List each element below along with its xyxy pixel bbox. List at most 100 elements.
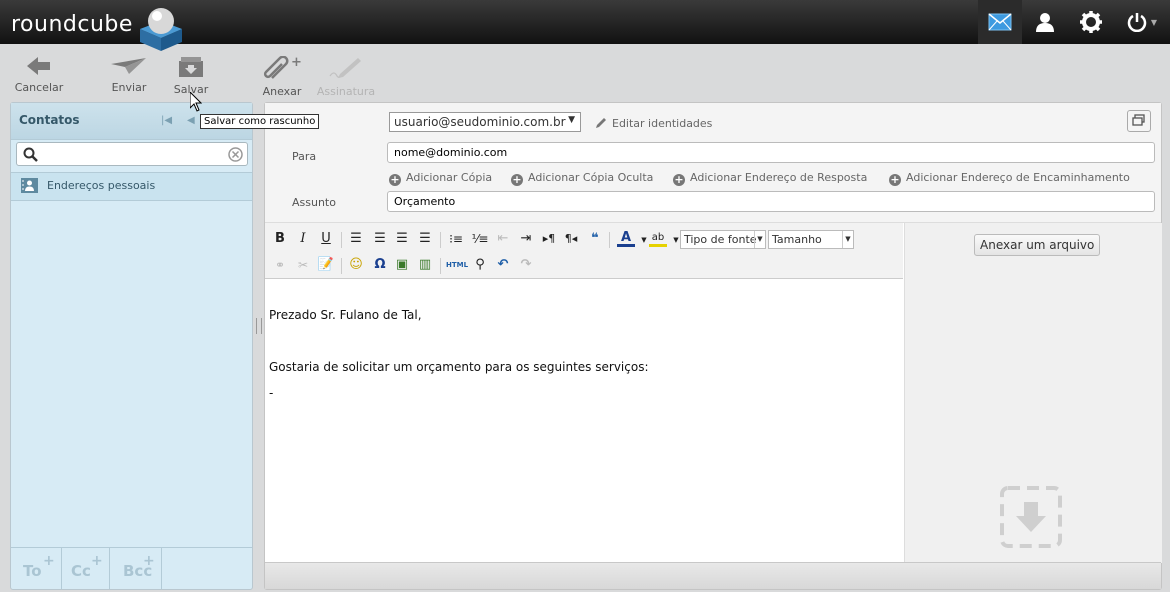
indent-icon[interactable]: ⇥ [517, 230, 535, 248]
save-drawer-icon [179, 57, 203, 77]
blockquote-icon[interactable]: ❝ [586, 230, 604, 248]
subject-field[interactable] [387, 191, 1155, 212]
pen-signature-icon [329, 58, 361, 78]
chevron-down-icon: ▼ [568, 115, 575, 125]
body-line: Prezado Sr. Fulano de Tal, [269, 308, 422, 322]
image-icon[interactable]: ▣ [393, 256, 411, 274]
special-char-icon[interactable]: Ω [371, 256, 389, 274]
chevron-down-icon: ▼ [754, 231, 765, 248]
gear-icon [1080, 11, 1102, 33]
bullet-list-icon[interactable]: ⁝≡ [447, 230, 465, 248]
link-icon[interactable]: ⚭ [271, 256, 289, 274]
mail-nav[interactable] [978, 0, 1022, 44]
power-icon [1127, 13, 1147, 32]
chevron-down-icon: ▼ [842, 231, 853, 248]
html-source-button[interactable]: HTML [445, 256, 469, 274]
outdent-icon[interactable]: ⇤ [494, 230, 512, 248]
to-input[interactable] [392, 145, 1136, 160]
add-cc-button[interactable]: Cc + [59, 548, 110, 589]
add-bcc-button[interactable]: Bcc + [111, 548, 162, 589]
ltr-icon[interactable]: ▸¶ [540, 230, 558, 248]
top-bar: roundcube ▼ [0, 0, 1170, 51]
attach-button[interactable]: + Anexar [260, 55, 304, 98]
subject-input[interactable] [392, 194, 1136, 209]
save-tooltip: Salvar como rascunho [200, 114, 320, 129]
arrow-left-icon [27, 57, 50, 75]
from-select[interactable]: usuario@seudominio.com.br ▼ [389, 112, 581, 132]
list-item-personal-addresses[interactable]: Endereços pessoais [11, 172, 252, 201]
list-item-label: Endereços pessoais [47, 179, 156, 192]
add-bcc-link[interactable]: + Adicionar Cópia Oculta [511, 171, 653, 186]
background-color-icon[interactable]: ab [649, 229, 667, 247]
text-color-icon[interactable]: A [617, 229, 635, 247]
italic-button[interactable]: I [294, 230, 312, 248]
cancel-button[interactable]: Cancelar [14, 56, 64, 94]
bold-button[interactable]: B [271, 230, 289, 248]
contacts-nav[interactable] [1022, 0, 1068, 44]
logout-nav[interactable]: ▼ [1114, 0, 1170, 44]
font-size-select[interactable]: Tamanho ▼ [768, 230, 854, 249]
align-center-icon[interactable]: ☰ [371, 230, 389, 248]
contacts-icon [1036, 13, 1054, 32]
find-replace-icon[interactable]: ⚲ [471, 256, 489, 274]
window-restore-icon [1132, 114, 1145, 126]
rtl-icon[interactable]: ¶◂ [562, 230, 580, 248]
contacts-footer: To + Cc + Bcc + [11, 547, 252, 589]
chevron-down-icon: ▼ [1150, 17, 1158, 27]
plus-circle-icon: + [389, 173, 401, 186]
add-to-button[interactable]: To + [11, 548, 62, 589]
spellcheck-icon[interactable]: 📝 [317, 256, 335, 274]
prev-page-icon[interactable]: ◀ [187, 115, 195, 126]
numbered-list-icon[interactable]: ⅟≡ [471, 230, 489, 248]
contacts-search-input[interactable] [43, 147, 227, 163]
signature-button[interactable]: Assinatura [316, 56, 376, 98]
message-body-editor[interactable]: Prezado Sr. Fulano de Tal, Gostaria de s… [265, 279, 903, 563]
paperclip-icon: + [263, 55, 302, 79]
align-justify-icon[interactable]: ☰ [416, 230, 434, 248]
undo-icon[interactable]: ↶ [494, 256, 512, 274]
plus-icon: + [43, 553, 55, 569]
save-button[interactable]: Salvar [172, 56, 210, 96]
emoticon-icon[interactable]: ☺ [347, 256, 365, 274]
compose-headers: usuario@seudominio.com.br ▼ Editar ident… [265, 103, 1161, 223]
pencil-icon [596, 118, 606, 128]
panel-splitter-handle[interactable] [256, 318, 262, 334]
drop-zone-download-icon[interactable] [1000, 486, 1062, 548]
to-label: Para [292, 150, 317, 163]
svg-text:+: + [291, 56, 302, 70]
font-family-select[interactable]: Tipo de fonte ▼ [680, 230, 766, 249]
add-reply-to-link[interactable]: + Adicionar Endereço de Resposta [673, 171, 867, 186]
add-followup-to-link[interactable]: + Adicionar Endereço de Encaminhamento [889, 171, 1130, 186]
contacts-title: Contatos [19, 113, 80, 127]
compose-panel: usuario@seudominio.com.br ▼ Editar ident… [264, 102, 1162, 590]
editor-toolbar: B I U ☰ ☰ ☰ ☰ ⁝≡ ⅟≡ ⇤ ⇥ ▸¶ ¶◂ ❝ A ▼ ab ▼… [265, 223, 903, 279]
unlink-icon[interactable]: ✂ [294, 256, 312, 274]
plus-circle-icon: + [511, 173, 523, 186]
body-line: Gostaria de solicitar um orçamento para … [269, 360, 649, 374]
media-icon[interactable]: ▥ [416, 256, 434, 274]
clear-search-icon[interactable] [228, 147, 243, 162]
subject-label: Assunto [292, 196, 336, 209]
add-cc-link[interactable]: + Adicionar Cópia [389, 171, 492, 186]
redo-icon[interactable]: ↷ [517, 256, 535, 274]
compose-toolbar: Cancelar Enviar Salvar + Anexar Assinatu… [0, 44, 1170, 102]
send-plane-icon [111, 58, 146, 74]
contacts-search-box [16, 142, 248, 166]
address-book-icon [21, 178, 38, 193]
attach-file-button[interactable]: Anexar um arquivo [974, 234, 1101, 256]
edit-identities-link[interactable]: Editar identidades [595, 116, 712, 130]
underline-button[interactable]: U [317, 230, 335, 248]
maximize-editor-button[interactable] [1127, 110, 1151, 132]
attachments-panel: Anexar um arquivo [904, 223, 1162, 563]
send-button[interactable]: Enviar [108, 56, 150, 94]
plus-icon: + [91, 553, 103, 569]
plus-circle-icon: + [673, 173, 685, 186]
search-icon [23, 147, 38, 162]
logo-text: roundcube [11, 12, 133, 37]
to-field[interactable] [387, 142, 1155, 163]
mail-icon [988, 13, 1012, 31]
settings-nav[interactable] [1068, 0, 1114, 44]
align-right-icon[interactable]: ☰ [393, 230, 411, 248]
align-left-icon[interactable]: ☰ [347, 230, 365, 248]
first-page-icon[interactable]: |◀ [161, 115, 172, 126]
